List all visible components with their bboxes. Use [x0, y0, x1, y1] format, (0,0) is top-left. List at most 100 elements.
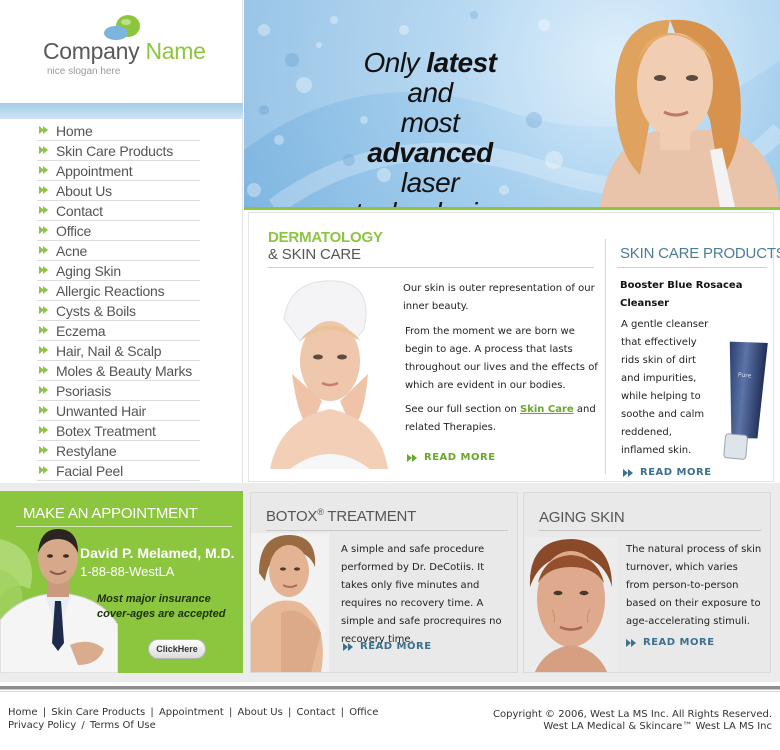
nav-item-office[interactable]: Office — [37, 221, 200, 241]
double-arrow-icon — [37, 161, 56, 181]
footer-link-home[interactable]: Home — [8, 707, 38, 718]
nav-item-home[interactable]: Home — [37, 121, 200, 141]
logo-area: Company Name nice slogan here — [0, 0, 243, 103]
botox-read-more-link[interactable]: READ MORE — [343, 641, 432, 652]
footer-links: Home | Skin Care Products | Appointment … — [8, 706, 378, 732]
nav-list: Home Skin Care Products Appointment About U… — [37, 121, 200, 481]
botox-panel: BOTOX® TREATMENT A simple and safe proce… — [250, 492, 518, 673]
botox-description: A simple and safe procedure performed by… — [341, 544, 502, 645]
nav-item-aging-skin[interactable]: Aging Skin — [37, 261, 200, 281]
aging-skin-panel: AGING SKIN The natural process of skin t… — [523, 492, 771, 673]
read-more-label: READ MORE — [640, 467, 712, 478]
nav-item-skin-care-products[interactable]: Skin Care Products — [37, 141, 200, 161]
skin-care-link[interactable]: Skin Care — [520, 404, 574, 415]
nav-item-label: Unwanted Hair — [56, 402, 146, 419]
nav-item-label: About Us — [56, 182, 112, 199]
aging-skin-description: The natural process of skin turnover, wh… — [626, 544, 762, 627]
nav-item-acne[interactable]: Acne — [37, 241, 200, 261]
double-arrow-icon — [37, 461, 56, 481]
hero-line1-bold: latest — [426, 47, 497, 78]
nav-item-label: Aging Skin — [56, 262, 121, 279]
double-arrow-icon — [623, 468, 637, 478]
nav-item-label: Hair, Nail & Scalp — [56, 342, 162, 359]
double-arrow-icon — [37, 361, 56, 381]
nav-item-moles-beauty-marks[interactable]: Moles & Beauty Marks — [37, 361, 200, 381]
double-arrow-icon — [37, 401, 56, 421]
hero-banner: Only latest and most advanced laser tech… — [244, 0, 780, 207]
nav-item-label: Psoriasis — [56, 382, 111, 399]
sidebar-nav: Home Skin Care Products Appointment About U… — [0, 119, 243, 483]
double-arrow-icon — [37, 141, 56, 161]
double-arrow-icon — [37, 241, 56, 261]
name-word: Name — [145, 38, 206, 64]
footer-link-terms[interactable]: Terms Of Use — [90, 720, 156, 731]
nav-item-label: Facial Peel — [56, 462, 124, 479]
footer-link-privacy[interactable]: Privacy Policy — [8, 720, 76, 731]
read-more-label: READ MORE — [360, 641, 432, 652]
nav-item-label: Botex Treatment — [56, 422, 156, 439]
hero-line1-post: and — [407, 77, 453, 108]
hero-divider — [244, 207, 780, 210]
footer-link-appointment[interactable]: Appointment — [159, 707, 224, 718]
dermatology-paragraph: From the moment we are born we begin to … — [405, 326, 598, 391]
towel-woman-photo — [270, 279, 388, 469]
doctor-name: David P. Melamed, M.D. — [80, 545, 235, 561]
nav-item-botex-treatment[interactable]: Botex Treatment — [37, 421, 200, 441]
doctor-phone: 1-88-88-WestLA — [80, 564, 175, 579]
nav-item-label: Home — [56, 122, 93, 139]
double-arrow-icon — [37, 281, 56, 301]
double-arrow-icon — [407, 453, 421, 463]
double-arrow-icon — [37, 421, 56, 441]
product-name[interactable]: Booster Blue Rosacea Cleanser — [620, 277, 748, 313]
nav-item-about-us[interactable]: About Us — [37, 181, 200, 201]
nav-item-eczema[interactable]: Eczema — [37, 321, 200, 341]
nav-item-contact[interactable]: Contact — [37, 201, 200, 221]
hero-line2: most — [400, 107, 460, 138]
nav-item-restylane[interactable]: Restylane — [37, 441, 200, 461]
hero-headline: Only latest and most advanced laser tech… — [340, 47, 520, 208]
copyright: Copyright © 2006, West La MS Inc. All Ri… — [493, 709, 772, 733]
hero-line4: technologies — [354, 197, 506, 208]
footer-nav-row: Home | Skin Care Products | Appointment … — [8, 707, 379, 718]
nav-item-unwanted-hair[interactable]: Unwanted Hair — [37, 401, 200, 421]
nav-item-appointment[interactable]: Appointment — [37, 161, 200, 181]
cleanser-tube-image: Pure — [723, 341, 768, 460]
botox-title-main: BOTOX — [266, 508, 318, 525]
nav-item-cysts-boils[interactable]: Cysts & Boils — [37, 301, 200, 321]
skin-care-subtitle: & SKIN CARE — [268, 246, 361, 263]
nav-item-label: Contact — [56, 202, 103, 219]
dermatology-title: DERMATOLOGY — [268, 229, 383, 246]
nav-item-hair-nail-scalp[interactable]: Hair, Nail & Scalp — [37, 341, 200, 361]
footer-link-office[interactable]: Office — [349, 707, 378, 718]
nav-item-psoriasis[interactable]: Psoriasis — [37, 381, 200, 401]
nav-item-label: Allergic Reactions — [56, 282, 165, 299]
footer-divider-thin — [0, 691, 780, 692]
read-more-label: READ MORE — [424, 452, 496, 463]
read-more-label: READ MORE — [643, 637, 715, 648]
tube-label: Pure — [738, 371, 752, 379]
nav-item-facial-peel[interactable]: Facial Peel — [37, 461, 200, 481]
double-arrow-icon — [37, 441, 56, 461]
footer-link-about-us[interactable]: About Us — [238, 707, 283, 718]
product-description: A gentle cleanser that effectively rids … — [621, 319, 709, 456]
footer-link-contact[interactable]: Contact — [297, 707, 336, 718]
botox-title: BOTOX® TREATMENT — [266, 507, 416, 525]
click-here-button[interactable]: ClickHere — [148, 639, 206, 659]
botox-woman-photo — [251, 533, 329, 672]
decorative-strip — [0, 103, 243, 119]
hero-line3-bold: advanced — [367, 137, 493, 168]
slogan: nice slogan here — [47, 66, 121, 77]
nav-item-allergic-reactions[interactable]: Allergic Reactions — [37, 281, 200, 301]
nav-item-label: Appointment — [56, 162, 133, 179]
divider — [539, 530, 761, 531]
footer-divider — [0, 686, 780, 690]
company-name[interactable]: Company Name — [43, 38, 206, 65]
divider — [617, 267, 767, 268]
company-word: Company — [43, 38, 140, 64]
footer-link-skin-care-products[interactable]: Skin Care Products — [51, 707, 145, 718]
see-more-pre: See our full section on — [405, 404, 520, 415]
divider — [266, 530, 508, 531]
product-read-more-link[interactable]: READ MORE — [623, 467, 712, 478]
dermatology-read-more-link[interactable]: READ MORE — [407, 452, 496, 463]
aging-read-more-link[interactable]: READ MORE — [626, 637, 715, 648]
